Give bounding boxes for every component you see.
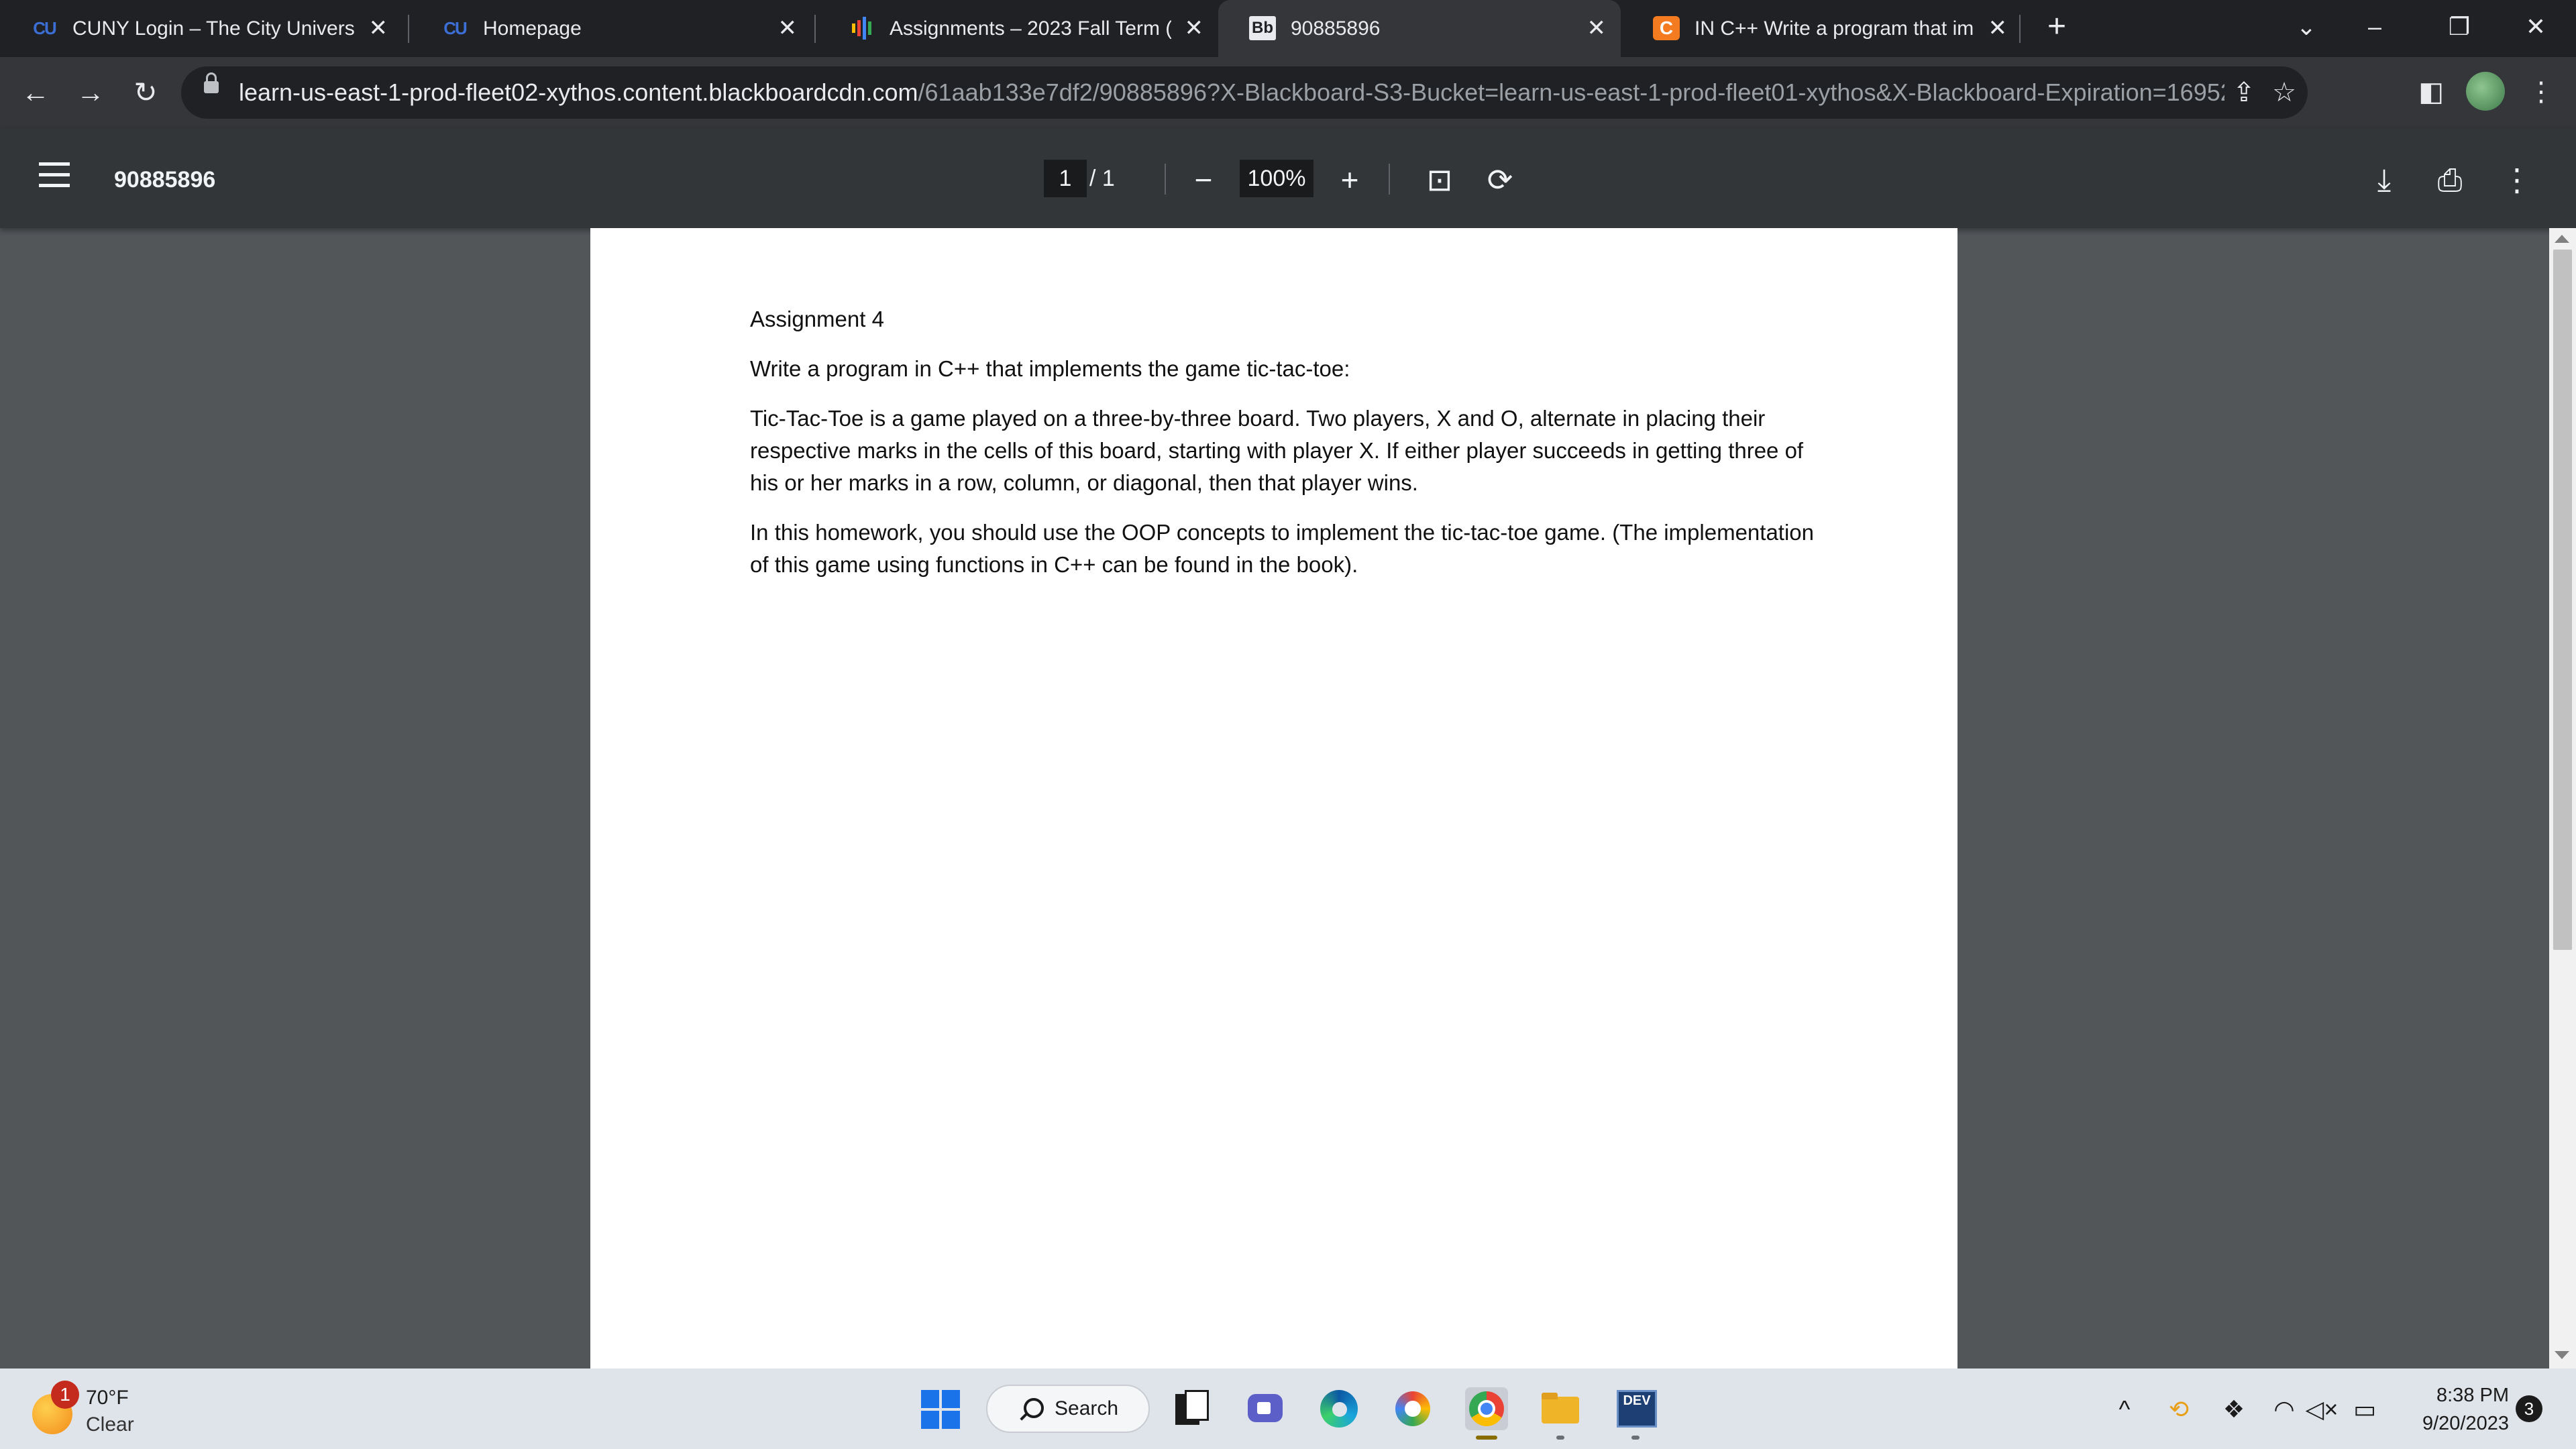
taskbar-search[interactable]: Search	[986, 1385, 1150, 1433]
volume-muted-icon[interactable]: ◁×	[2305, 1393, 2339, 1426]
clock-date[interactable]: 9/20/2023	[2388, 1410, 2509, 1437]
wifi-icon[interactable]: ◠	[2267, 1393, 2301, 1426]
tab-separator	[814, 15, 816, 43]
zoom-input[interactable]: 100%	[1240, 160, 1313, 197]
pdf-viewer-toolbar: 90885896 1 / 1 − 100% + ⊡ ⟳ ⤓ ⎙ ⋮	[0, 129, 2576, 228]
weather-badge: 1	[51, 1381, 79, 1409]
windows-taskbar: 1 70°F Clear Search DEV ^ ⟲ ❖ ◠ ◁× ▭ 8:3…	[0, 1368, 2576, 1449]
download-icon[interactable]: ⤓	[2363, 158, 2406, 201]
cuny-logo-icon: CU	[33, 17, 57, 38]
chrome-running-indicator	[1476, 1436, 1497, 1440]
more-options-icon[interactable]: ⋮	[2496, 158, 2538, 201]
menu-icon[interactable]	[39, 162, 70, 189]
windows-start-icon[interactable]	[921, 1390, 960, 1429]
battery-icon[interactable]: ▭	[2348, 1393, 2381, 1426]
task-view-icon[interactable]	[1170, 1387, 1213, 1430]
toolbar-divider	[1165, 164, 1166, 195]
file-explorer-icon[interactable]	[1539, 1387, 1582, 1430]
blackboard-icon: Bb	[1249, 16, 1276, 40]
browser-menu-icon[interactable]: ⋮	[2521, 72, 2561, 112]
close-icon[interactable]: ✕	[1185, 0, 1204, 57]
new-tab-button[interactable]: +	[2023, 0, 2090, 57]
scroll-down-arrow[interactable]	[2555, 1351, 2569, 1359]
tab-assignments[interactable]: Assignments – 2023 Fall Term (1) ✕	[817, 0, 1218, 57]
tab-title: Homepage	[483, 17, 582, 40]
zoom-out-button[interactable]: −	[1182, 158, 1225, 201]
tab-title: CUNY Login – The City University of New …	[72, 17, 356, 40]
paragraph-3: In this homework, you should use the OOP…	[750, 520, 1814, 577]
tab-chegg[interactable]: C IN C++ Write a program that implements…	[1622, 0, 2022, 57]
zoom-in-button[interactable]: +	[1328, 158, 1371, 201]
paragraph-1: Write a program in C++ that implements t…	[750, 356, 1350, 381]
url-text[interactable]: learn-us-east-1-prod-fleet02-xythos.cont…	[239, 66, 2224, 119]
edge-browser-icon[interactable]	[1318, 1387, 1360, 1430]
pdf-page: Assignment 4 Write a program in C++ that…	[590, 228, 1957, 1368]
document-body: Assignment 4 Write a program in C++ that…	[750, 303, 1837, 598]
chrome-icon[interactable]	[1465, 1387, 1508, 1430]
sync-icon[interactable]: ⟲	[2159, 1393, 2199, 1426]
explorer-running-indicator	[1556, 1436, 1564, 1440]
tab-title: Assignments – 2023 Fall Term (1)	[890, 17, 1171, 40]
page-total: / 1	[1089, 166, 1115, 191]
show-hidden-icons-chevron-icon[interactable]: ^	[2108, 1393, 2141, 1426]
close-icon[interactable]: ✕	[369, 0, 388, 57]
cuny-logo-icon: CU	[443, 17, 468, 38]
share-icon[interactable]: ⇪	[2227, 76, 2261, 109]
tab-homepage[interactable]: CU Homepage ✕	[411, 0, 812, 57]
close-icon[interactable]: ✕	[1587, 0, 1607, 57]
pinned-app-icon[interactable]	[1391, 1387, 1434, 1430]
address-bar[interactable]: learn-us-east-1-prod-fleet02-xythos.cont…	[181, 66, 2308, 119]
tab-title: IN C++ Write a program that implements	[1695, 17, 1975, 40]
chegg-icon: C	[1653, 16, 1680, 40]
rotate-icon[interactable]: ⟳	[1479, 158, 1521, 201]
paragraph-2: Tic-Tac-Toe is a game played on a three-…	[750, 406, 1804, 495]
devcpp-icon[interactable]: DEV	[1615, 1387, 1658, 1430]
forward-button[interactable]: →	[68, 70, 113, 115]
tab-cuny-login[interactable]: CU CUNY Login – The City University of N…	[0, 0, 402, 57]
close-icon[interactable]: ✕	[778, 0, 798, 57]
tab-separator	[408, 15, 409, 43]
devcpp-running-indicator	[1631, 1436, 1640, 1440]
close-window-button[interactable]: ✕	[2502, 0, 2569, 57]
scroll-up-arrow[interactable]	[2555, 235, 2569, 243]
reload-button[interactable]: ↻	[123, 70, 168, 115]
browser-toolbar: ← → ↻ learn-us-east-1-prod-fleet02-xytho…	[0, 57, 2576, 129]
tab-search-chevron-icon[interactable]: ⌄	[2273, 0, 2340, 57]
tab-90885896[interactable]: Bb 90885896 ✕	[1218, 0, 1621, 57]
bar-chart-icon	[848, 16, 875, 40]
close-icon[interactable]: ✕	[1988, 0, 2008, 57]
document-heading: Assignment 4	[750, 307, 884, 331]
tab-separator	[2019, 15, 2021, 43]
toolbar-divider	[1389, 164, 1390, 195]
minimize-button[interactable]: –	[2341, 0, 2408, 57]
profile-avatar[interactable]	[2466, 72, 2505, 111]
tab-title: 90885896	[1291, 17, 1381, 40]
back-button[interactable]: ←	[13, 70, 58, 115]
print-icon[interactable]: ⎙	[2428, 158, 2471, 201]
fit-page-icon[interactable]: ⊡	[1418, 158, 1461, 201]
teams-chat-icon[interactable]	[1244, 1387, 1287, 1430]
side-panel-icon[interactable]: ◧	[2411, 72, 2451, 112]
search-label: Search	[1055, 1397, 1119, 1419]
restore-button[interactable]: ❐	[2426, 0, 2493, 57]
lock-icon[interactable]	[204, 72, 219, 93]
scrollbar-thumb[interactable]	[2553, 250, 2572, 950]
browser-tab-strip: CU CUNY Login – The City University of N…	[0, 0, 2576, 57]
weather-condition[interactable]: Clear	[86, 1411, 134, 1438]
bookmark-star-icon[interactable]: ☆	[2267, 76, 2301, 109]
search-icon	[1024, 1398, 1044, 1418]
clock-time[interactable]: 8:38 PM	[2388, 1382, 2509, 1409]
page-number-input[interactable]: 1	[1044, 160, 1087, 197]
weather-temperature[interactable]: 70°F	[86, 1385, 129, 1411]
dropbox-icon[interactable]: ❖	[2214, 1393, 2254, 1426]
notification-badge[interactable]: 3	[2516, 1395, 2542, 1422]
pdf-title: 90885896	[114, 167, 216, 193]
